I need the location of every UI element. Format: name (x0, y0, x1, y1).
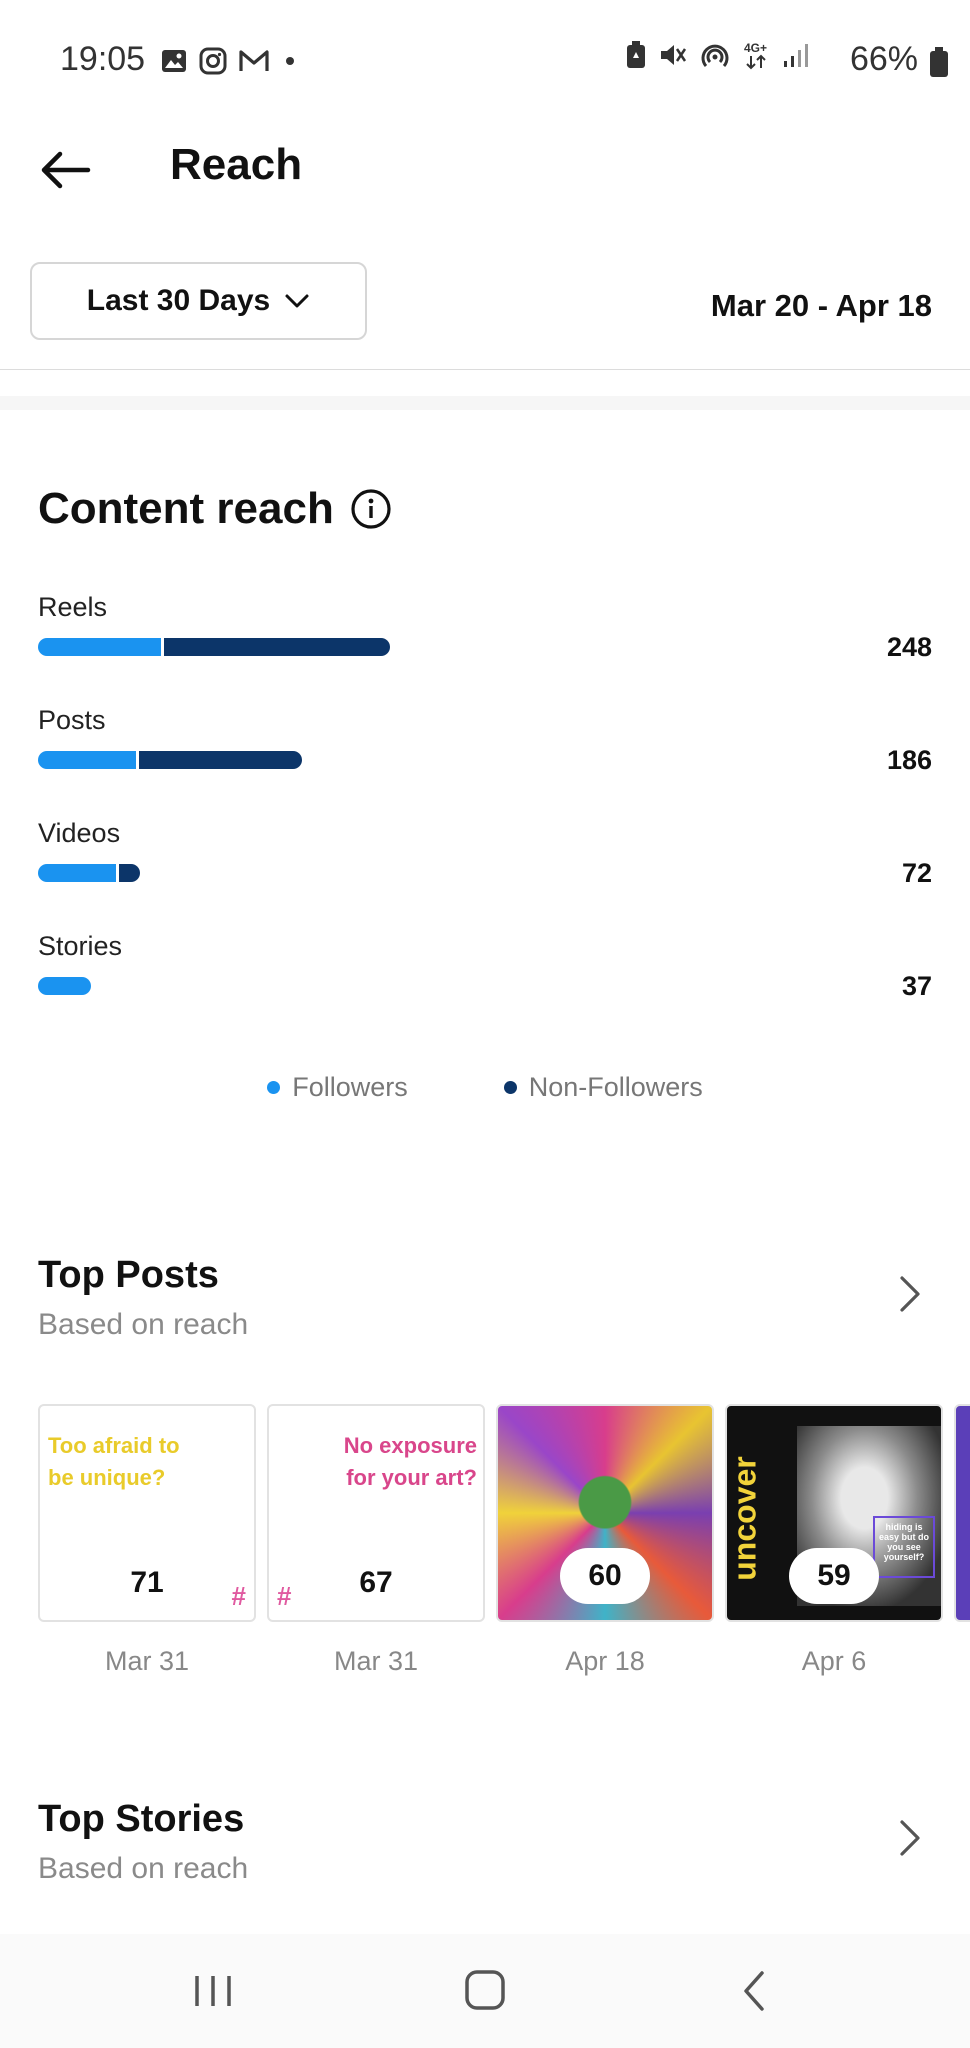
hashtag-logo-icon: # (277, 1581, 292, 1611)
top-post-card-partial[interactable] (954, 1404, 970, 1622)
chevron-right-icon[interactable] (894, 1274, 926, 1314)
top-post-card[interactable]: No exposure for your art? 67 # (267, 1404, 485, 1622)
instagram-icon (199, 47, 227, 75)
mute-icon (661, 45, 687, 65)
reach-value: 37 (901, 971, 932, 1001)
hashtag-logo-icon: # (231, 1581, 246, 1611)
date-range-dropdown-label: Last 30 Days (86, 284, 271, 317)
reach-label: Videos (38, 818, 121, 848)
battery-percent: 66% (849, 40, 918, 78)
chevron-right-icon[interactable] (894, 1818, 926, 1858)
home-icon[interactable] (455, 1968, 515, 2014)
reach-bar (38, 864, 140, 882)
top-post-card[interactable]: Too afraid to be unique? 71 # (38, 1404, 256, 1622)
non-followers-bar-segment (164, 638, 390, 656)
top-posts-subtitle: Based on reach (38, 1308, 249, 1341)
reach-bar (38, 638, 390, 656)
followers-bar-segment (38, 751, 136, 769)
signal-icon (784, 44, 808, 67)
status-bar: 19:05 4G+ 66% (0, 0, 970, 120)
post-reach-value: 59 (789, 1548, 879, 1604)
post-date: Mar 31 (333, 1646, 419, 1676)
legend-followers: Followers (267, 1072, 408, 1103)
back-arrow-icon[interactable] (36, 140, 96, 200)
reach-label: Reels (38, 592, 108, 622)
notification-icons (160, 46, 300, 76)
post-reach-value: 71 (130, 1566, 164, 1599)
legend-followers-label: Followers (292, 1072, 408, 1102)
reach-row-reels: Reels 248 (38, 592, 932, 662)
post-caption: uncover (726, 1456, 763, 1581)
divider (0, 369, 970, 370)
legend-non-followers: Non-Followers (503, 1072, 703, 1103)
section-gap (0, 396, 970, 410)
reach-bar (38, 751, 302, 769)
non-followers-bar-segment (119, 864, 140, 882)
followers-bar-segment (38, 977, 91, 995)
post-caption: Too afraid to be unique? (48, 1433, 180, 1490)
4g-icon: 4G+ (744, 41, 767, 70)
post-small-caption: hiding is easy but do you see yourself? (873, 1516, 935, 1578)
svg-text:4G+: 4G+ (744, 41, 767, 55)
post-date: Apr 6 (801, 1646, 867, 1676)
reach-value: 186 (886, 745, 932, 775)
system-nav-bar (0, 1934, 970, 2048)
reach-row-videos: Videos 72 (38, 818, 932, 888)
info-icon[interactable] (350, 488, 392, 530)
top-posts-title[interactable]: Top Posts (38, 1254, 219, 1297)
reach-row-stories: Stories 37 (38, 931, 932, 1001)
battery-icon (930, 47, 948, 77)
chevron-down-icon (285, 294, 309, 308)
reach-value: 248 (886, 632, 932, 662)
reach-label: Stories (38, 931, 123, 961)
gallery-icon (162, 50, 186, 72)
top-posts-carousel[interactable]: Too afraid to be unique? 71 # No exposur… (38, 1404, 970, 1624)
post-reach-value: 67 (359, 1566, 393, 1599)
reach-row-posts: Posts 186 (38, 705, 932, 775)
non-followers-bar-segment (139, 751, 302, 769)
content-reach-title: Content reach (38, 484, 334, 533)
post-date: Mar 31 (104, 1646, 190, 1676)
date-range-text: Mar 20 - Apr 18 (710, 288, 932, 323)
battery-saver-icon (627, 41, 645, 68)
top-stories-title[interactable]: Top Stories (38, 1798, 244, 1841)
recents-icon[interactable] (183, 1968, 243, 2014)
post-caption: No exposure for your art? (343, 1433, 477, 1490)
dot-icon (286, 57, 294, 65)
gmail-icon (239, 50, 269, 71)
system-icons: 4G+ (624, 40, 810, 70)
back-icon[interactable] (726, 1968, 786, 2014)
followers-bar-segment (38, 638, 161, 656)
followers-bar-segment (38, 864, 116, 882)
reach-label: Posts (38, 705, 106, 735)
legend-non-followers-label: Non-Followers (528, 1072, 703, 1102)
chart-legend: Followers Non-Followers (0, 1072, 970, 1103)
reach-bar (38, 977, 91, 995)
post-reach-value: 60 (560, 1548, 650, 1604)
followers-dot-icon (267, 1081, 281, 1094)
top-post-card[interactable]: 60 (496, 1404, 714, 1622)
reach-value: 72 (901, 858, 932, 888)
post-date: Apr 18 (565, 1646, 645, 1676)
page-title: Reach (170, 140, 303, 189)
status-time: 19:05 (60, 40, 146, 78)
date-range-dropdown[interactable]: Last 30 Days (30, 262, 367, 340)
top-stories-subtitle: Based on reach (38, 1852, 249, 1885)
non-followers-dot-icon (503, 1081, 517, 1094)
top-post-card[interactable]: uncover hiding is easy but do you see yo… (725, 1404, 943, 1622)
hotspot-icon (701, 44, 729, 67)
